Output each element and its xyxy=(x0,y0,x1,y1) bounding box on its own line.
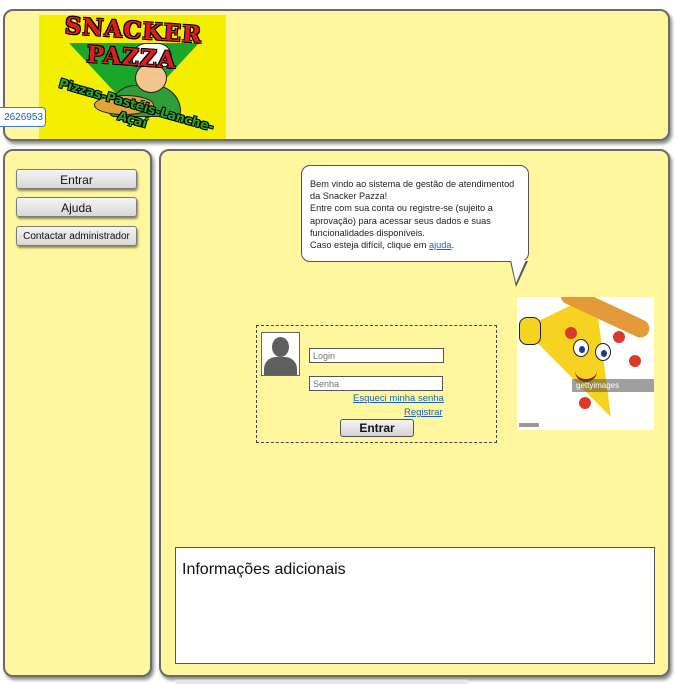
login-input[interactable] xyxy=(309,348,444,363)
help-link[interactable]: ajuda xyxy=(429,240,451,250)
password-input[interactable] xyxy=(309,376,443,391)
logo-title: SNACKER PAZZA xyxy=(63,15,203,75)
additional-info-title: Informações adicionais xyxy=(182,561,346,578)
speech-bubble-tail-fill xyxy=(511,260,526,283)
help-suffix-text: . xyxy=(451,240,455,251)
sidebar-ajuda-button[interactable]: Ajuda xyxy=(16,197,137,217)
snacker-pazza-logo: SNACKER PAZZA Pizzas-Pastéis-Lanche-Açaí xyxy=(39,15,226,139)
forgot-password-link[interactable]: Esqueci minha senha xyxy=(353,393,444,404)
sidebar-contact-admin-button[interactable]: Contactar administrador xyxy=(16,226,137,246)
register-link[interactable]: Registrar xyxy=(404,407,443,418)
welcome-text-line3: Caso esteja difícil, clique em ajuda. xyxy=(310,239,520,251)
mascot-right-eye xyxy=(595,343,611,361)
mascot-left-eye xyxy=(573,339,589,357)
avatar-head xyxy=(272,337,289,357)
pepperoni-icon xyxy=(613,331,625,343)
pepperoni-icon xyxy=(579,397,591,409)
sidebar-entrar-button[interactable]: Entrar xyxy=(16,169,137,189)
help-prefix-text: Caso esteja difícil, clique em xyxy=(310,240,429,251)
mascot-left-pupil xyxy=(579,346,585,353)
mascot-right-pupil xyxy=(601,350,607,357)
additional-info-box: Informações adicionais xyxy=(175,547,655,664)
pepperoni-icon xyxy=(629,355,641,367)
user-avatar-icon xyxy=(261,332,300,376)
watermark-text: gettyimages xyxy=(576,381,620,390)
edge-tab-number[interactable]: 2626953 xyxy=(0,107,46,127)
thumbs-up-icon xyxy=(519,317,541,345)
welcome-text-line1: Bem vindo ao sistema de gestão de atendi… xyxy=(310,179,515,202)
horizontal-scrollbar[interactable] xyxy=(175,679,468,684)
welcome-text-line2: Entre com sua conta ou registre-se (suje… xyxy=(310,203,493,238)
avatar-shoulders xyxy=(264,357,297,375)
pepperoni-icon xyxy=(565,327,577,339)
pizza-mascot-image: gettyimages xyxy=(517,297,654,430)
welcome-speech-bubble: Bem vindo ao sistema de gestão de atendi… xyxy=(301,165,529,262)
login-submit-button[interactable]: Entrar xyxy=(340,419,414,437)
watermark-small-bar xyxy=(519,423,539,427)
